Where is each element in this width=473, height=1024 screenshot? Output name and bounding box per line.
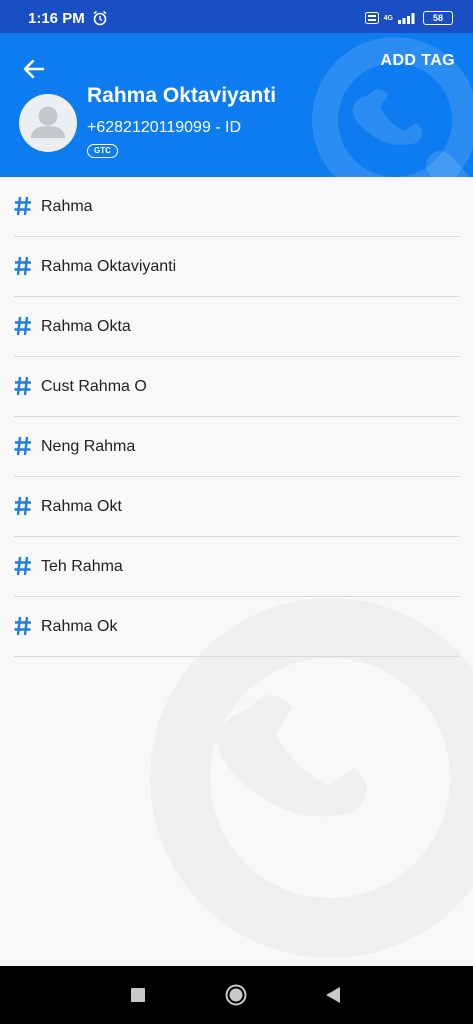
contact-name: Rahma Oktaviyanti — [87, 84, 277, 107]
avatar — [19, 94, 77, 152]
tag-label: Neng Rahma — [41, 438, 136, 455]
home-circle-icon[interactable] — [225, 984, 247, 1006]
tag-item[interactable]: Teh Rahma — [14, 537, 459, 597]
tag-item[interactable]: Rahma Ok — [14, 597, 459, 657]
hash-icon — [14, 256, 31, 276]
hash-icon — [14, 436, 31, 456]
tag-item[interactable]: Rahma Oktaviyanti — [14, 237, 459, 297]
gtc-badge: GTC — [87, 144, 118, 158]
hash-icon — [14, 556, 31, 576]
back-arrow-icon[interactable] — [18, 53, 50, 85]
contact-header: ADD TAG Rahma Oktaviyanti +6282120119099… — [0, 33, 473, 177]
tag-item[interactable]: Rahma Okta — [14, 297, 459, 357]
back-triangle-icon[interactable] — [325, 986, 341, 1004]
volte-icon — [364, 12, 379, 24]
hash-icon — [14, 616, 31, 636]
status-bar: 1:16 PM 4G 58 — [0, 0, 473, 33]
recents-square-icon[interactable] — [131, 988, 145, 1002]
status-time: 1:16 PM — [28, 10, 85, 27]
status-icons: 4G 58 — [364, 11, 453, 25]
hash-icon — [14, 496, 31, 516]
hash-icon — [14, 376, 31, 396]
add-tag-button[interactable]: ADD TAG — [381, 52, 456, 70]
person-icon — [31, 106, 65, 138]
tag-list: Rahma Rahma Oktaviyanti Rahma Okta Cust … — [14, 177, 459, 657]
hash-icon — [14, 196, 31, 216]
tag-item[interactable]: Rahma Okt — [14, 477, 459, 537]
tag-label: Teh Rahma — [41, 558, 123, 575]
network-type: 4G — [383, 14, 393, 22]
battery-level: 58 — [432, 13, 443, 23]
tag-label: Rahma Okt — [41, 498, 122, 515]
tag-item[interactable]: Cust Rahma O — [14, 357, 459, 417]
tag-label: Rahma — [41, 198, 93, 215]
signal-icon — [398, 13, 415, 24]
contact-phone: +6282120119099 - ID — [87, 119, 242, 136]
tag-label: Rahma Okta — [41, 318, 131, 335]
tag-label: Rahma Oktaviyanti — [41, 258, 177, 275]
tag-label: Rahma Ok — [41, 618, 118, 635]
tag-item[interactable]: Rahma — [14, 177, 459, 237]
tag-item[interactable]: Neng Rahma — [14, 417, 459, 477]
alarm-icon — [93, 10, 107, 26]
tag-label: Cust Rahma O — [41, 378, 147, 395]
hash-icon — [14, 316, 31, 336]
battery-icon: 58 — [423, 11, 453, 25]
system-nav-bar — [0, 966, 473, 1024]
